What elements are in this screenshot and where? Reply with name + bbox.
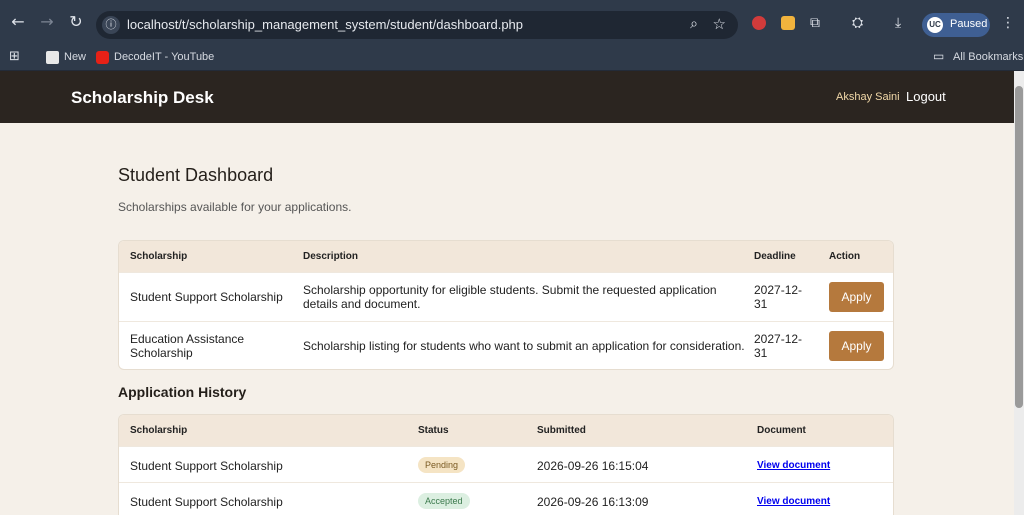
col-status: Status bbox=[418, 425, 449, 436]
col-deadline: Deadline bbox=[754, 251, 796, 262]
extensions-puzzle-icon[interactable]: ⧉ bbox=[810, 15, 820, 31]
scrollbar-thumb[interactable] bbox=[1015, 86, 1023, 408]
col-submitted: Submitted bbox=[537, 425, 586, 436]
table-header: Scholarship Description Deadline Action bbox=[119, 241, 893, 272]
scholarship-desc-line: Scholarship listing for students who wan… bbox=[303, 339, 745, 353]
address-bar[interactable]: ⓘ localhost/t/scholarship_management_sys… bbox=[96, 11, 738, 39]
bookmark-star-icon[interactable]: ☆ bbox=[713, 15, 726, 33]
page-subtitle: Scholarships available for your applicat… bbox=[118, 200, 352, 214]
submitted-time: 2026-09-26 16:15:04 bbox=[537, 459, 649, 473]
view-document-link[interactable]: View document bbox=[757, 460, 830, 471]
table-row: Student Support Scholarship Accepted 202… bbox=[119, 482, 893, 515]
scholarships-table: Scholarship Description Deadline Action … bbox=[118, 240, 894, 370]
table-row: Education Assistance Scholarship Scholar… bbox=[119, 321, 893, 369]
scholarship-desc-line: details and document. bbox=[303, 297, 421, 311]
back-arrow-icon[interactable]: ← bbox=[9, 13, 27, 31]
reload-icon[interactable]: ↻ bbox=[67, 13, 85, 31]
brand-title[interactable]: Scholarship Desk bbox=[71, 88, 214, 108]
user-name: Akshay Saini bbox=[836, 91, 900, 103]
zoom-icon[interactable]: ⌕ bbox=[690, 16, 698, 32]
bookmark-decodeit[interactable]: DecodeIT - YouTube bbox=[114, 51, 214, 63]
history-title: Application History bbox=[118, 384, 247, 400]
status-badge: Pending bbox=[418, 457, 466, 473]
scholarship-name: Student Support Scholarship bbox=[130, 290, 283, 304]
apply-button[interactable]: Apply bbox=[829, 331, 884, 361]
deadline-line: 2027-12- bbox=[754, 283, 803, 297]
devices-icon[interactable]: ⛭ bbox=[852, 15, 863, 31]
bookmarks-bar: ⊞ New DecodeIT - YouTube ▭ All Bookmarks bbox=[0, 44, 1024, 71]
table-row: Student Support Scholarship Scholarship … bbox=[119, 272, 893, 321]
history-scholarship: Student Support Scholarship bbox=[130, 459, 283, 473]
download-icon[interactable]: ⤓ bbox=[895, 15, 901, 31]
col-document: Document bbox=[757, 425, 806, 436]
submitted-time: 2026-09-26 16:13:09 bbox=[537, 495, 649, 509]
scholarship-name-line: Scholarship bbox=[130, 346, 193, 360]
app-header: Scholarship Desk Akshay Saini Logout bbox=[0, 71, 1014, 123]
forward-arrow-icon[interactable]: → bbox=[38, 13, 56, 31]
site-info-icon[interactable]: ⓘ bbox=[102, 16, 120, 34]
scholarship-desc-line: Scholarship opportunity for eligible stu… bbox=[303, 283, 717, 297]
deadline-line: 31 bbox=[754, 297, 768, 311]
apply-button[interactable]: Apply bbox=[829, 282, 884, 312]
youtube-icon bbox=[96, 51, 109, 64]
col-action: Action bbox=[829, 251, 861, 262]
bookmark-new[interactable]: New bbox=[64, 51, 86, 63]
apps-grid-icon[interactable]: ⊞ bbox=[9, 49, 20, 64]
col-description: Description bbox=[303, 251, 359, 262]
extension-red-icon[interactable] bbox=[752, 16, 766, 30]
deadline-line: 31 bbox=[754, 346, 768, 360]
col-scholarship: Scholarship bbox=[130, 425, 188, 436]
logout-link[interactable]: Logout bbox=[906, 89, 946, 104]
history-scholarship: Student Support Scholarship bbox=[130, 495, 283, 509]
avatar: UC bbox=[927, 17, 943, 33]
folder-icon: ▭ bbox=[933, 49, 945, 63]
profile-status: Paused bbox=[950, 18, 988, 30]
all-bookmarks[interactable]: All Bookmarks bbox=[953, 51, 1023, 63]
url-text[interactable]: localhost/t/scholarship_management_syste… bbox=[127, 17, 523, 32]
extension-yellow-icon[interactable] bbox=[781, 16, 795, 30]
page-title: Student Dashboard bbox=[118, 165, 274, 185]
scholarship-name-line: Education Assistance bbox=[130, 332, 245, 346]
bookmark-new-icon bbox=[46, 51, 59, 64]
status-badge: Accepted bbox=[418, 493, 470, 509]
browser-toolbar: ← → ↻ ⓘ localhost/t/scholarship_manageme… bbox=[0, 0, 1024, 44]
profile-button[interactable]: UC Paused bbox=[922, 13, 990, 37]
table-row: Student Support Scholarship Pending 2026… bbox=[119, 446, 893, 482]
menu-kebab-icon[interactable]: ⋮ bbox=[1001, 15, 1015, 31]
col-scholarship: Scholarship bbox=[130, 251, 188, 262]
view-document-link[interactable]: View document bbox=[757, 496, 830, 507]
table-header: Scholarship Status Submitted Document bbox=[119, 415, 893, 446]
history-table: Scholarship Status Submitted Document St… bbox=[118, 414, 894, 515]
deadline-line: 2027-12- bbox=[754, 332, 803, 346]
